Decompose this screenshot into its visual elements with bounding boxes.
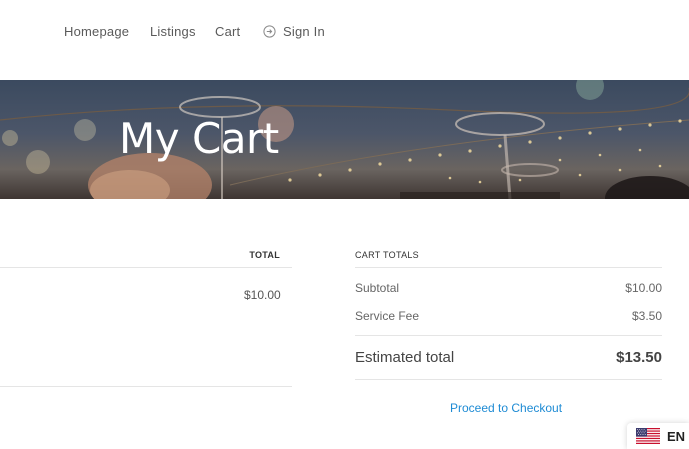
service-fee-label: Service Fee bbox=[355, 309, 420, 323]
totals-divider-bottom bbox=[355, 379, 662, 380]
nav-homepage[interactable]: Homepage bbox=[64, 24, 129, 39]
top-nav: Homepage Listings Cart Sign In bbox=[0, 0, 689, 80]
sign-in-label: Sign In bbox=[283, 24, 325, 39]
language-switcher[interactable]: EN bbox=[627, 423, 689, 449]
cart-totals-panel: CART TOTALS Subtotal $10.00 Service Fee … bbox=[355, 250, 662, 415]
cart-table-divider bbox=[0, 386, 292, 387]
service-fee-value: $3.50 bbox=[631, 309, 662, 323]
hero-background-image bbox=[0, 80, 689, 199]
sign-in-icon bbox=[263, 25, 276, 38]
subtotal-label: Subtotal bbox=[355, 281, 400, 295]
cart-table-header: TOTAL bbox=[0, 250, 292, 268]
nav-listings[interactable]: Listings bbox=[150, 24, 196, 39]
cart-totals-title: CART TOTALS bbox=[355, 250, 662, 268]
total-column-header: TOTAL bbox=[249, 250, 280, 260]
page-title: My Cart bbox=[119, 114, 279, 163]
language-code: EN bbox=[667, 428, 686, 444]
nav-cart[interactable]: Cart bbox=[215, 24, 240, 39]
estimated-total-label: Estimated total bbox=[355, 349, 455, 366]
subtotal-value: $10.00 bbox=[625, 281, 662, 295]
hero-banner: My Cart bbox=[0, 80, 689, 199]
totals-divider bbox=[355, 335, 662, 336]
cart-item-total: $10.00 bbox=[244, 288, 281, 302]
nav-sign-in[interactable]: Sign In bbox=[263, 24, 325, 39]
us-flag-icon bbox=[636, 428, 660, 444]
estimated-total-value: $13.50 bbox=[616, 349, 662, 366]
proceed-to-checkout-button[interactable]: Proceed to Checkout bbox=[450, 401, 562, 415]
